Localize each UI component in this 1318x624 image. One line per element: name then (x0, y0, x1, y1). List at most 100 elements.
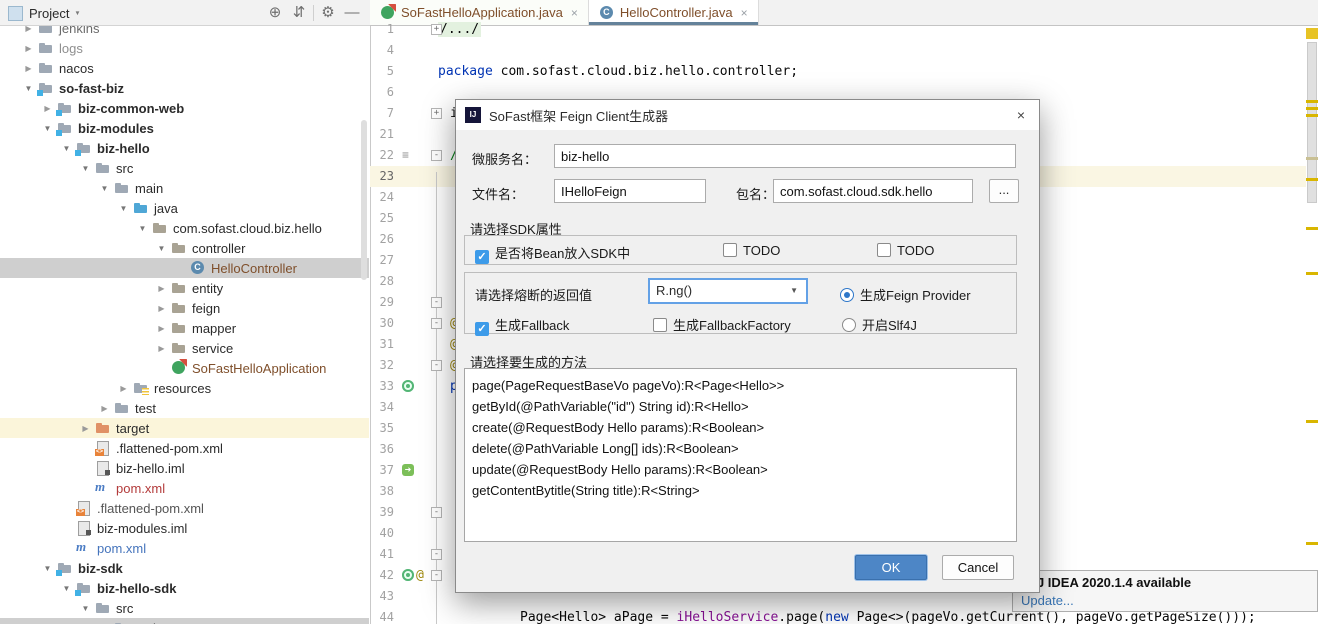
tree-row-resources[interactable]: ▶resources (0, 378, 369, 398)
tree-row-nacos[interactable]: ▶nacos (0, 58, 369, 78)
tree-expand-arrow[interactable]: ▶ (114, 384, 133, 393)
tree-expand-arrow[interactable]: ▶ (152, 284, 171, 293)
fold-collapse-icon[interactable]: - (431, 360, 442, 371)
methods-list[interactable]: page(PageRequestBaseVo pageVo):R<Page<He… (464, 368, 1017, 542)
tree-row-logs[interactable]: ▶logs (0, 38, 369, 58)
chevron-down-icon[interactable]: ▼ (790, 280, 798, 302)
tree-expand-arrow[interactable]: ▼ (133, 224, 152, 233)
tree-row-biz-common-web[interactable]: ▶biz-common-web (0, 98, 369, 118)
tree-expand-arrow[interactable]: ▶ (152, 304, 171, 313)
tree-row-test[interactable]: ▶test (0, 398, 369, 418)
tree-row-main[interactable]: ▼main (0, 178, 369, 198)
tree-expand-arrow[interactable]: ▶ (19, 26, 38, 33)
method-signature-line[interactable]: create(@RequestBody Hello params):R<Bool… (472, 417, 764, 438)
request-mapping-gutter-icon[interactable]: ➜ (402, 464, 414, 476)
warning-stripe-mark[interactable] (1306, 542, 1318, 545)
method-signature-line[interactable]: page(PageRequestBaseVo pageVo):R<Page<He… (472, 375, 784, 396)
warning-stripe-mark[interactable] (1306, 157, 1318, 160)
method-signature-line[interactable]: getById(@PathVariable("id") String id):R… (472, 396, 749, 417)
tree-row-so-fast-biz[interactable]: ▼so-fast-biz (0, 78, 369, 98)
fold-collapse-icon[interactable]: - (431, 318, 442, 329)
method-signature-line[interactable]: getContentBytitle(String title):R<String… (472, 480, 700, 501)
checkbox-checked[interactable]: ✓ (475, 322, 489, 336)
fold-expand-icon[interactable]: + (431, 108, 442, 119)
tree-row-service[interactable]: ▶service (0, 338, 369, 358)
warning-stripe-mark[interactable] (1306, 114, 1318, 117)
tree-row-biz-hello[interactable]: ▼biz-hello (0, 138, 369, 158)
checkbox[interactable] (877, 243, 891, 257)
tree-expand-arrow[interactable]: ▼ (95, 184, 114, 193)
tree-row-biz-hello-iml[interactable]: biz-hello.iml (0, 458, 369, 478)
todo2-option[interactable]: TODO (877, 243, 934, 258)
service-name-input[interactable] (554, 144, 1016, 168)
close-icon[interactable]: × (571, 6, 578, 20)
tree-row-sofasthelloapplication[interactable]: SoFastHelloApplication (0, 358, 369, 378)
cancel-button[interactable]: Cancel (942, 555, 1014, 580)
tree-row-entity[interactable]: ▶entity (0, 278, 369, 298)
fold-collapse-icon[interactable]: - (431, 507, 442, 518)
spring-bean-gutter-icon[interactable] (402, 380, 414, 392)
fold-collapse-icon[interactable]: - (431, 570, 442, 581)
tree-expand-arrow[interactable]: ▶ (38, 104, 57, 113)
browse-package-button[interactable]: ... (989, 179, 1019, 203)
warning-stripe-mark[interactable] (1306, 178, 1318, 181)
fold-collapse-icon[interactable]: - (431, 150, 442, 161)
method-signature-line[interactable]: delete(@PathVariable Long[] ids):R<Boole… (472, 438, 739, 459)
spring-bean-gutter-icon[interactable] (402, 569, 414, 581)
folded-comment[interactable]: /.../ (438, 22, 481, 37)
collapse-all-icon[interactable]: ⇵ (287, 0, 311, 26)
project-tree[interactable]: ▶jenkins▶logs▶nacos▼so-fast-biz▶biz-comm… (0, 26, 369, 624)
ok-button[interactable]: OK (855, 555, 927, 580)
tree-row-biz-modules-iml[interactable]: biz-modules.iml (0, 518, 369, 538)
package-name-input[interactable] (773, 179, 973, 203)
tree-row-biz-hello-sdk[interactable]: ▼biz-hello-sdk (0, 578, 369, 598)
slf4j-option[interactable]: 开启Slf4J (842, 315, 917, 334)
warning-stripe-mark[interactable] (1306, 107, 1318, 110)
radio-selected[interactable] (840, 288, 854, 302)
related-symbol-gutter-icon[interactable]: ≡ (402, 149, 416, 161)
chevron-down-icon[interactable]: ▼ (75, 10, 81, 17)
tree-row-biz-modules[interactable]: ▼biz-modules (0, 118, 369, 138)
warning-stripe-mark[interactable] (1306, 420, 1318, 423)
hide-panel-icon[interactable]: — (340, 0, 364, 26)
tree-row-pom-xml[interactable]: mpom.xml (0, 478, 369, 498)
close-icon[interactable]: × (741, 6, 748, 20)
tree-row--flattened-pom-xml[interactable]: <>.flattened-pom.xml (0, 438, 369, 458)
close-icon[interactable]: × (1017, 107, 1025, 123)
tree-expand-arrow[interactable]: ▼ (57, 584, 76, 593)
tree-expand-arrow[interactable]: ▶ (95, 404, 114, 413)
locate-file-icon[interactable]: ⊕ (263, 0, 287, 26)
gear-icon[interactable]: ⚙ (316, 0, 340, 26)
tree-row-target[interactable]: ▶target (0, 418, 369, 438)
tree-row-hellocontroller[interactable]: CHelloController (0, 258, 369, 278)
tree-row--flattened-pom-xml[interactable]: <>.flattened-pom.xml (0, 498, 369, 518)
tree-row-src[interactable]: ▼src (0, 598, 369, 618)
fallback-option[interactable]: ✓生成Fallback (475, 315, 569, 336)
tree-expand-arrow[interactable]: ▼ (19, 84, 38, 93)
tree-row-pom-xml[interactable]: mpom.xml (0, 538, 369, 558)
project-tree-scrollbar[interactable] (361, 120, 367, 280)
warning-stripe-mark[interactable] (1306, 227, 1318, 230)
tree-expand-arrow[interactable]: ▼ (57, 144, 76, 153)
checkbox[interactable] (653, 318, 667, 332)
method-signature-line[interactable]: update(@RequestBody Hello params):R<Bool… (472, 459, 768, 480)
tree-row-com-sofast-cloud-biz-hello[interactable]: ▼com.sofast.cloud.biz.hello (0, 218, 369, 238)
radio[interactable] (842, 318, 856, 332)
tree-expand-arrow[interactable]: ▼ (76, 604, 95, 613)
tree-expand-arrow[interactable]: ▶ (76, 424, 95, 433)
file-name-input[interactable] (554, 179, 706, 203)
tree-row-biz-sdk[interactable]: ▼biz-sdk (0, 558, 369, 578)
tree-expand-arrow[interactable]: ▶ (152, 324, 171, 333)
bean-in-sdk-option[interactable]: ✓是否将Bean放入SDK中 (475, 243, 630, 264)
feign-provider-option[interactable]: 生成Feign Provider (840, 285, 971, 304)
fallback-factory-option[interactable]: 生成FallbackFactory (653, 315, 791, 334)
tree-expand-arrow[interactable]: ▼ (38, 564, 57, 573)
tree-row-controller[interactable]: ▼controller (0, 238, 369, 258)
tree-row-mapper[interactable]: ▶mapper (0, 318, 369, 338)
fold-expand-icon[interactable]: + (431, 24, 442, 35)
dialog-title-bar[interactable]: IJ SoFast框架 Feign Client生成器 × (456, 100, 1039, 130)
update-link[interactable]: Update... (1021, 593, 1074, 608)
warning-stripe-mark[interactable] (1306, 28, 1318, 39)
tree-row-feign[interactable]: ▶feign (0, 298, 369, 318)
todo1-option[interactable]: TODO (723, 243, 780, 258)
